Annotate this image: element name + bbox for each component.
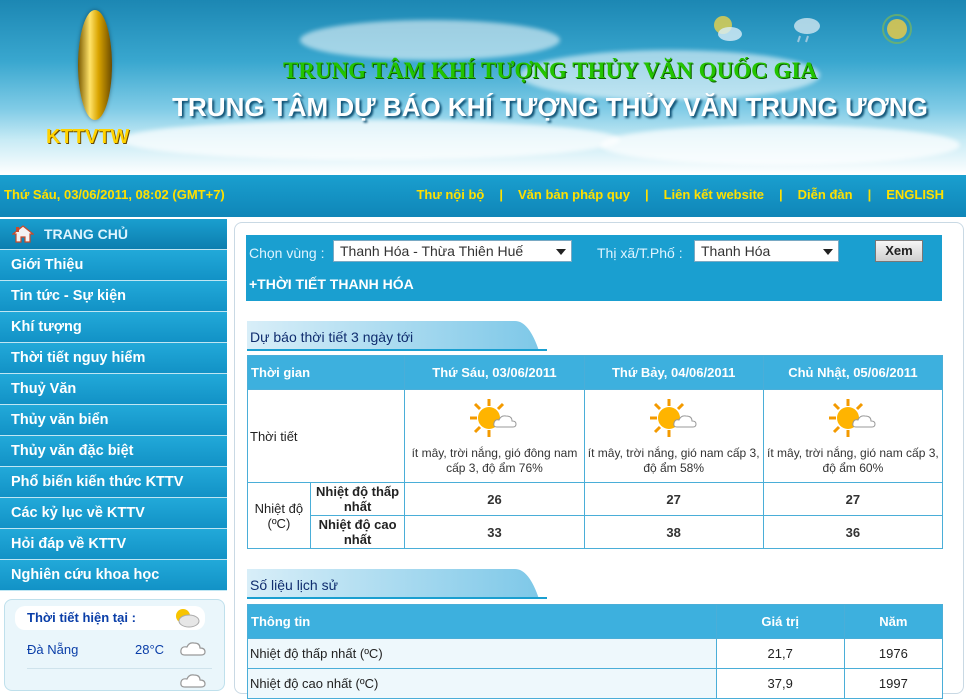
- sidebar-item-hydrology[interactable]: Thuỷ Văn: [0, 374, 227, 405]
- home-icon: [12, 225, 34, 243]
- history-section-tab: Số liệu lịch sử: [247, 569, 547, 599]
- forecast-weather-day-2: ít mây, trời nắng, gió nam cấp 3, độ ẩm …: [583, 389, 764, 483]
- forecast-description: ít mây, trời nắng, gió đông nam cấp 3, đ…: [411, 445, 578, 475]
- cloud-icon: [180, 674, 206, 688]
- sidebar-item-research[interactable]: Nghiên cứu khoa học: [0, 560, 227, 591]
- rain-cloud-icon: [794, 18, 820, 43]
- sidebar-item-meteorology[interactable]: Khí tượng: [0, 312, 227, 343]
- city-select[interactable]: Thanh Hóa: [694, 240, 839, 262]
- city-label: Thị xã/T.Phố :: [597, 245, 683, 261]
- sidebar-item-special-hydrology[interactable]: Thủy văn đặc biệt: [0, 436, 227, 467]
- forecast-max-day-3: 36: [762, 515, 944, 549]
- history-table: Thông tin Giá trị Năm Nhiệt độ thấp nhất…: [247, 604, 944, 699]
- forecast-weather-day-3: ít mây, trời nắng, gió nam cấp 3, độ ẩm …: [762, 389, 944, 483]
- sun-cloud-icon: [649, 398, 697, 437]
- nav-link-english[interactable]: ENGLISH: [886, 187, 944, 202]
- sun-cloud-icon: [176, 609, 200, 628]
- separator: |: [499, 187, 503, 202]
- sidebar: TRANG CHỦ Giới Thiệu Tin tức - Sự kiện K…: [0, 219, 227, 691]
- view-button[interactable]: Xem: [875, 240, 923, 262]
- sidebar-item-home[interactable]: TRANG CHỦ: [0, 219, 227, 250]
- current-weather-box: Thời tiết hiện tại : Đà Nẵng 28°C: [4, 599, 225, 691]
- forecast-table: Thời gian Thứ Sáu, 03/06/2011 Thứ Bảy, 0…: [246, 355, 944, 549]
- separator: |: [644, 187, 649, 202]
- sidebar-item-records[interactable]: Các kỷ lục về KTTV: [0, 498, 227, 529]
- current-weather-row: Đà Nẵng 28°C: [27, 642, 212, 657]
- forecast-min-day-3: 27: [762, 482, 944, 516]
- cloud-icon: [180, 642, 206, 656]
- cloud-decoration: [300, 20, 560, 60]
- region-select-value: Thanh Hóa - Thừa Thiên Huế: [340, 243, 524, 259]
- location-title: +THỜI TIẾT THANH HÓA: [249, 276, 414, 292]
- top-nav: Thư nội bộ | Văn bản pháp quy | Liên kết web…: [416, 187, 944, 202]
- sun-cloud-icon: [470, 398, 517, 437]
- current-date: Thứ Sáu, 03/06/2011, 08:02 (GMT+7): [4, 187, 225, 202]
- forecast-row-max-label: Nhiệt độ cao nhất: [309, 515, 406, 549]
- forecast-header-day-1: Thứ Sáu, 03/06/2011: [404, 355, 585, 390]
- city-name: Đà Nẵng: [27, 642, 79, 657]
- separator: |: [779, 187, 783, 202]
- forecast-row-temp-label: Nhiệt độ (ºC): [247, 482, 311, 549]
- separator: |: [867, 187, 872, 202]
- org-name-central: TRUNG TÂM DỰ BÁO KHÍ TƯỢNG THỦY VĂN TRUN…: [172, 92, 928, 122]
- region-label: Chọn vùng :: [249, 245, 325, 261]
- nav-link-websites[interactable]: Liên kết website: [664, 187, 764, 202]
- sun-cloud-icon: [828, 398, 876, 437]
- forecast-description: ít mây, trời nắng, gió nam cấp 3, độ ẩm …: [587, 445, 760, 475]
- forecast-header-day-3: Chủ Nhật, 05/06/2011: [762, 355, 944, 390]
- forecast-row-weather-label: Thời tiết: [246, 389, 406, 483]
- nav-link-legal-docs[interactable]: Văn bản pháp quy: [518, 187, 630, 202]
- history-header-year: Năm: [843, 604, 944, 639]
- sidebar-item-news[interactable]: Tin tức - Sự kiện: [0, 281, 227, 312]
- forecast-row-min-label: Nhiệt độ thấp nhất: [309, 482, 406, 516]
- nav-link-internal-mail[interactable]: Thư nội bộ: [416, 187, 484, 202]
- sidebar-item-label: TRANG CHỦ: [44, 226, 128, 242]
- history-header-value: Giá trị: [715, 604, 845, 639]
- forecast-weather-day-1: ít mây, trời nắng, gió đông nam cấp 3, đ…: [404, 389, 585, 483]
- nav-link-forum[interactable]: Diễn đàn: [798, 187, 853, 202]
- history-value: 21,7: [715, 638, 845, 669]
- sidebar-item-knowledge[interactable]: Phổ biến kiến thức KTTV: [0, 467, 227, 498]
- forecast-description: ít mây, trời nắng, gió nam cấp 3, độ ẩm …: [767, 445, 939, 475]
- divider: [27, 668, 212, 669]
- region-select[interactable]: Thanh Hóa - Thừa Thiên Huế: [333, 240, 572, 262]
- forecast-min-day-2: 27: [583, 482, 764, 516]
- sidebar-item-about[interactable]: Giới Thiệu: [0, 250, 227, 281]
- forecast-section-tab: Dự báo thời tiết 3 ngày tới: [247, 321, 547, 351]
- top-bar: Thứ Sáu, 03/06/2011, 08:02 (GMT+7) Thư n…: [0, 175, 966, 217]
- logo-coin-icon: [78, 10, 112, 120]
- history-section-title: Số liệu lịch sử: [250, 577, 338, 593]
- forecast-header-time: Thời gian: [246, 355, 406, 390]
- location-filter: Chọn vùng : Thanh Hóa - Thừa Thiên Huế T…: [246, 235, 942, 301]
- current-weather-title: Thời tiết hiện tại :: [27, 610, 136, 625]
- chevron-down-icon: [556, 249, 566, 255]
- forecast-section-title: Dự báo thời tiết 3 ngày tới: [250, 329, 414, 345]
- history-header-info: Thông tin: [247, 604, 717, 639]
- history-year: 1976: [843, 638, 944, 669]
- sun-cloud-icon: [714, 16, 742, 41]
- forecast-header-day-2: Thứ Bảy, 04/06/2011: [583, 355, 764, 390]
- sidebar-item-dangerous-weather[interactable]: Thời tiết nguy hiểm: [0, 343, 227, 374]
- sidebar-item-marine-hydrology[interactable]: Thủy văn biển: [0, 405, 227, 436]
- sun-icon: [882, 14, 912, 44]
- city-select-value: Thanh Hóa: [701, 243, 771, 259]
- forecast-min-day-1: 26: [404, 482, 585, 516]
- forecast-max-day-1: 33: [404, 515, 585, 549]
- sidebar-item-faq[interactable]: Hỏi đáp về KTTV: [0, 529, 227, 560]
- forecast-max-day-2: 38: [583, 515, 764, 549]
- logo-text: KTTVTW: [46, 126, 130, 148]
- org-name-national: TRUNG TÂM KHÍ TƯỢNG THỦY VĂN QUỐC GIA: [283, 58, 817, 83]
- main-content: Chọn vùng : Thanh Hóa - Thừa Thiên Huế T…: [234, 222, 964, 699]
- cloud-decoration: [120, 120, 620, 160]
- cloud-decoration: [600, 125, 960, 165]
- header-banner: KTTVTW TRUNG TÂM KHÍ TƯỢNG THỦY VĂN QUỐC…: [0, 0, 966, 175]
- history-info: Nhiệt độ thấp nhất (ºC): [247, 638, 717, 669]
- chevron-down-icon: [823, 249, 833, 255]
- current-weather-title-box: Thời tiết hiện tại :: [15, 606, 205, 630]
- city-temperature: 28°C: [135, 642, 165, 657]
